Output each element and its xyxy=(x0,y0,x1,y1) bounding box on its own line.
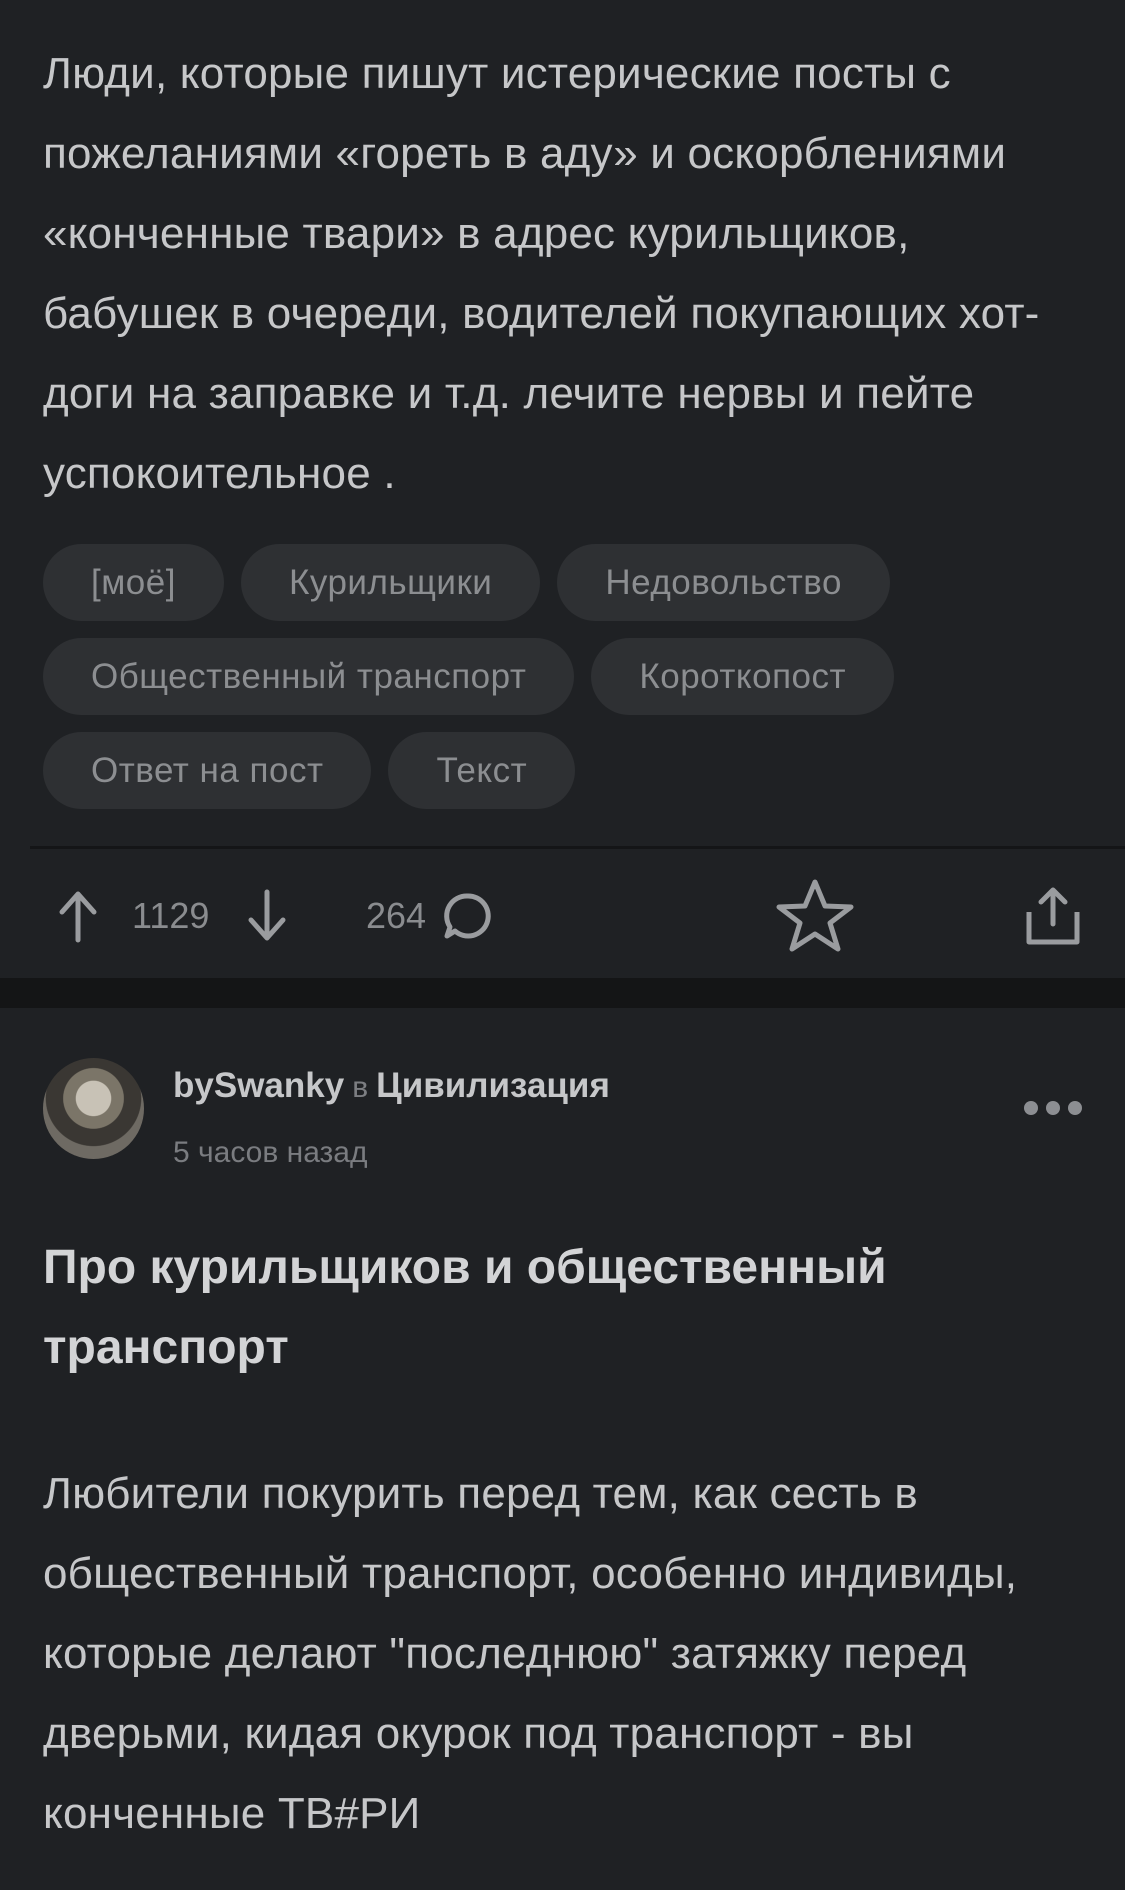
tag-text[interactable]: Текст xyxy=(388,732,576,809)
post-current: bySwanky в Цивилизация 5 часов назад Про к… xyxy=(0,1008,1125,1890)
more-icon[interactable] xyxy=(1024,1101,1082,1115)
upvote-button[interactable] xyxy=(54,880,102,952)
author-line: bySwanky в Цивилизация xyxy=(173,1066,610,1106)
avatar[interactable] xyxy=(43,1058,144,1159)
tag-reply-to-post[interactable]: Ответ на пост xyxy=(43,732,372,809)
rating-count: 1129 xyxy=(132,895,210,936)
post-body: Люди, которые пишут истерические посты с… xyxy=(43,49,1040,498)
comments-button[interactable]: 264 xyxy=(366,880,494,952)
author-name[interactable]: bySwanky xyxy=(173,1066,344,1105)
in-label: в xyxy=(352,1071,369,1104)
post-title[interactable]: Про курильщиков и общественный транспорт xyxy=(43,1228,1082,1388)
share-button[interactable] xyxy=(1023,880,1083,952)
divider xyxy=(30,846,1125,849)
downvote-button[interactable] xyxy=(243,880,291,952)
tag-shortpost[interactable]: Короткопост xyxy=(591,638,895,715)
tag-list: [моё] Курильщики Недовольство Общественн… xyxy=(43,544,1063,809)
post-body: Любители покурить перед тем, как сесть в… xyxy=(43,1469,1018,1838)
tag-public-transport[interactable]: Общественный транспорт xyxy=(43,638,575,715)
post-time: 5 часов назад xyxy=(173,1136,368,1169)
tag-discontent[interactable]: Недовольство xyxy=(557,544,890,621)
comment-icon xyxy=(444,893,491,939)
star-icon xyxy=(776,879,854,952)
community-name[interactable]: Цивилизация xyxy=(376,1066,610,1105)
post-header: bySwanky в Цивилизация 5 часов назад xyxy=(43,1008,1082,1178)
post-previous: Люди, которые пишут истерические посты с… xyxy=(0,0,1125,978)
share-icon xyxy=(1026,887,1080,945)
post-actions: 1129 264 xyxy=(0,879,1125,960)
comments-count: 264 xyxy=(366,895,427,936)
arrow-down-icon xyxy=(248,889,286,941)
tag-smokers[interactable]: Курильщики xyxy=(240,544,541,621)
post-separator xyxy=(0,978,1125,1008)
save-button[interactable] xyxy=(773,879,857,952)
tag-moe[interactable]: [моё] xyxy=(43,544,224,621)
arrow-up-icon xyxy=(59,891,97,943)
